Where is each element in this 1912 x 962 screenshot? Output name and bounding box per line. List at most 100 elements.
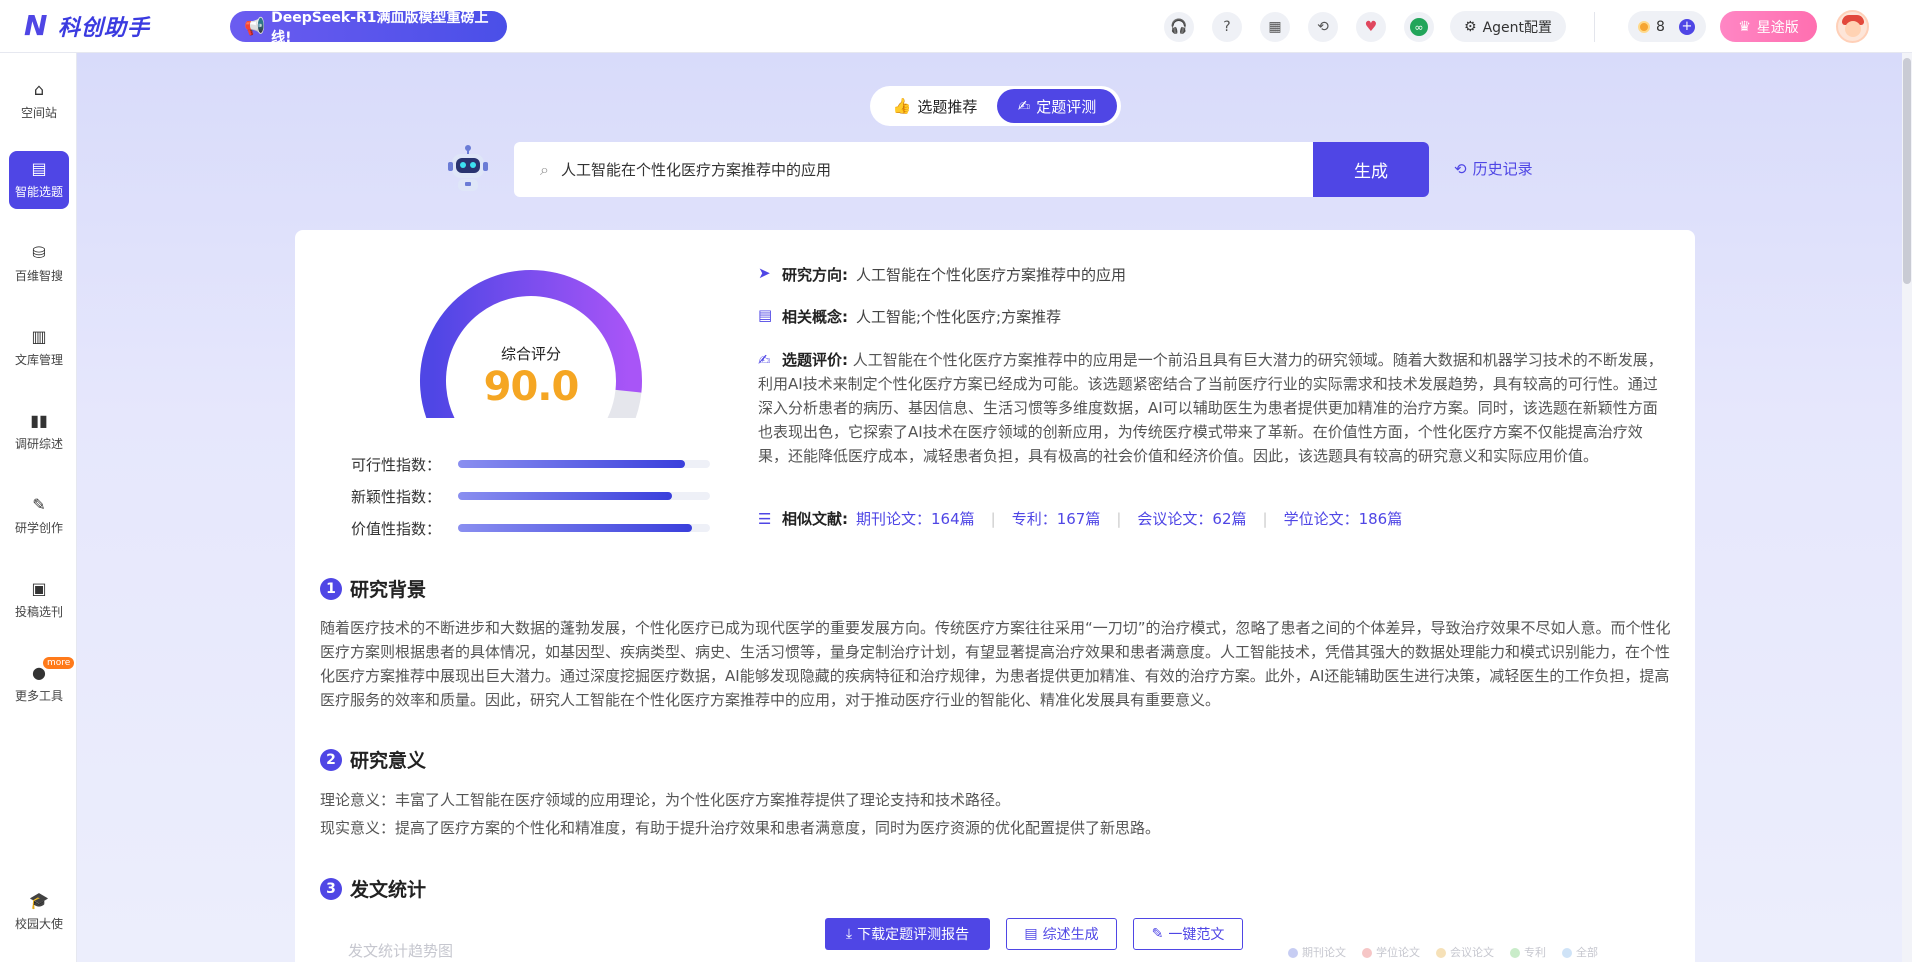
calendar-icon[interactable]: ▦ <box>1260 12 1290 42</box>
metric-track <box>458 460 710 468</box>
sidebar-item-more-tools[interactable]: more ● 更多工具 <box>9 655 75 713</box>
magic-icon: ✎ <box>1151 926 1164 942</box>
legend-item[interactable]: 期刊论文 <box>1288 944 1346 960</box>
avatar-face <box>1845 21 1861 37</box>
sidebar: ⌂ 空间站 ▤ 智能选题 ⛁ 百维智搜 ▥ 文库管理 ▮▮ 调研综述 ✎ 研学创… <box>0 53 77 962</box>
add-coins-icon[interactable]: + <box>1678 18 1695 35</box>
download-icon: ⤓ <box>845 926 853 942</box>
agent-config-button[interactable]: ⚙ Agent配置 <box>1450 11 1567 42</box>
legend-dot <box>1510 948 1520 958</box>
section-significance-heading: 2 研究意义 <box>320 746 426 773</box>
legend-dot <box>1562 948 1572 958</box>
search-db-icon: ⛁ <box>32 243 46 262</box>
home-icon: ⌂ <box>33 80 45 99</box>
download-report-button[interactable]: ⤓ 下载定题评测报告 <box>825 918 990 950</box>
metric-track <box>458 492 710 500</box>
tab-topic-recommend[interactable]: 👍 选题推荐 <box>873 89 997 123</box>
sidebar-item-smart-search[interactable]: ⛁ 百维智搜 <box>9 235 69 293</box>
legend-item[interactable]: 专利 <box>1510 944 1546 960</box>
metric-label: 新颖性指数： <box>351 487 442 506</box>
sidebar-item-label: 校园大使 <box>14 917 63 931</box>
sidebar-item-campus-ambassador[interactable]: 🎓 校园大使 <box>9 883 69 941</box>
document-icon: ▤ <box>758 306 773 324</box>
avatar[interactable] <box>1836 10 1869 43</box>
sidebar-item-topic-selection[interactable]: ▤ 智能选题 <box>9 151 69 209</box>
ref-thesis-link[interactable]: 学位论文：186篇 <box>1284 508 1403 529</box>
metric-bar-fill <box>458 524 693 532</box>
logo[interactable]: N 科创助手 <box>24 10 150 42</box>
search-value: 人工智能在个性化医疗方案推荐中的应用 <box>560 161 831 179</box>
section-number: 2 <box>320 748 342 771</box>
legend-item[interactable]: 会议论文 <box>1436 944 1494 960</box>
generate-button[interactable]: 生成 <box>1313 142 1429 197</box>
metric-feasibility: 可行性指数： <box>351 454 710 474</box>
robot-icon <box>448 145 488 191</box>
legend-label: 会议论文 <box>1450 946 1494 959</box>
history-link[interactable]: ⟲ 历史记录 <box>1454 158 1533 179</box>
tab-label: 定题评测 <box>1036 97 1097 116</box>
link-icon[interactable]: ∞ <box>1404 12 1434 42</box>
history-label: 历史记录 <box>1472 160 1533 178</box>
metric-bar-fill <box>458 460 685 468</box>
divider: | <box>1116 509 1122 528</box>
concept-value: 人工智能;个性化医疗;方案推荐 <box>856 308 1062 326</box>
search-input[interactable]: ⌕ 人工智能在个性化医疗方案推荐中的应用 <box>514 142 1314 197</box>
sidebar-item-writing[interactable]: ✎ 研学创作 <box>9 487 69 545</box>
legend-label: 全部 <box>1576 946 1598 959</box>
legend-label: 专利 <box>1524 946 1546 959</box>
vip-label: 星途版 <box>1756 19 1799 36</box>
generate-review-button[interactable]: ▤ 综述生成 <box>1006 918 1117 950</box>
legend-label: 学位论文 <box>1376 946 1420 959</box>
library-icon: ▥ <box>31 327 47 346</box>
sidebar-item-label: 空间站 <box>20 106 57 120</box>
headset-icon[interactable]: 🎧 <box>1164 12 1194 42</box>
statistics-legend: 期刊论文 学位论文 会议论文 专利 全部 <box>1288 944 1598 960</box>
promo-banner[interactable]: 📢 DeepSeek-R1满血版模型重磅上线! <box>230 10 507 46</box>
edit-icon: ✎ <box>32 495 46 514</box>
ref-conference-link[interactable]: 会议论文：62篇 <box>1137 508 1246 529</box>
sidebar-item-space-station[interactable]: ⌂ 空间站 <box>9 72 69 130</box>
book-icon: ▮▮ <box>30 411 48 430</box>
divider: | <box>990 509 996 528</box>
sidebar-item-library[interactable]: ▥ 文库管理 <box>9 319 69 377</box>
legend-dot <box>1436 948 1446 958</box>
promo-text: DeepSeek-R1满血版模型重磅上线! <box>271 9 489 46</box>
legend-item[interactable]: 全部 <box>1562 944 1598 960</box>
sidebar-item-survey[interactable]: ▮▮ 调研综述 <box>9 403 69 461</box>
eval-value: 人工智能在个性化医疗方案推荐中的应用是一个前沿且具有巨大潜力的研究领域。随着大数… <box>758 351 1663 465</box>
heart-pulse-icon[interactable]: ♥ <box>1356 12 1386 42</box>
direction-title: 研究方向: <box>782 266 848 284</box>
tab-topic-evaluate[interactable]: ✍ 定题评测 <box>997 89 1117 123</box>
button-label: 下载定题评测报告 <box>857 927 970 943</box>
divider: | <box>1262 509 1268 528</box>
metric-track <box>458 524 710 532</box>
sample-essay-button[interactable]: ✎ 一键范文 <box>1133 918 1243 950</box>
scrollbar-thumb[interactable] <box>1903 58 1911 284</box>
history-icon: ⟲ <box>1454 159 1467 178</box>
section-background-heading: 1 研究背景 <box>320 575 426 602</box>
legend-item[interactable]: 学位论文 <box>1362 944 1420 960</box>
sidebar-item-label: 智能选题 <box>14 185 63 199</box>
submit-icon: ▣ <box>31 579 47 598</box>
agent-config-label: Agent配置 <box>1482 19 1553 36</box>
button-label: 一键范文 <box>1168 927 1225 943</box>
refs-title: 相似文献: <box>782 510 848 528</box>
section-number: 1 <box>320 577 342 600</box>
logo-text: 科创助手 <box>58 16 151 41</box>
section-significance-theory: 理论意义：丰富了人工智能在医疗领域的应用理论，为个性化医疗方案推荐提供了理论支持… <box>320 791 1011 809</box>
section-title: 研究意义 <box>350 750 427 772</box>
sidebar-item-label: 投稿选刊 <box>14 605 63 619</box>
list-icon: ☰ <box>758 509 772 528</box>
ref-journal-link[interactable]: 期刊论文：164篇 <box>856 508 975 529</box>
help-icon[interactable]: ? <box>1212 12 1242 42</box>
history-icon[interactable]: ⟲ <box>1308 12 1338 42</box>
top-icon-group: 🎧 ? ▦ ⟲ ♥ ∞ <box>1164 12 1434 42</box>
sidebar-item-submission[interactable]: ▣ 投稿选刊 <box>9 571 69 629</box>
crown-icon: ♛ <box>1738 18 1751 35</box>
coin-balance[interactable]: 8 + <box>1628 11 1706 42</box>
info-direction: ➤ 研究方向: 人工智能在个性化医疗方案推荐中的应用 <box>758 264 1126 285</box>
vip-button[interactable]: ♛ 星途版 <box>1720 11 1817 42</box>
ref-patent-link[interactable]: 专利：167篇 <box>1012 508 1101 529</box>
sidebar-item-label: 研学创作 <box>14 521 63 535</box>
megaphone-icon: 📢 <box>244 16 266 37</box>
